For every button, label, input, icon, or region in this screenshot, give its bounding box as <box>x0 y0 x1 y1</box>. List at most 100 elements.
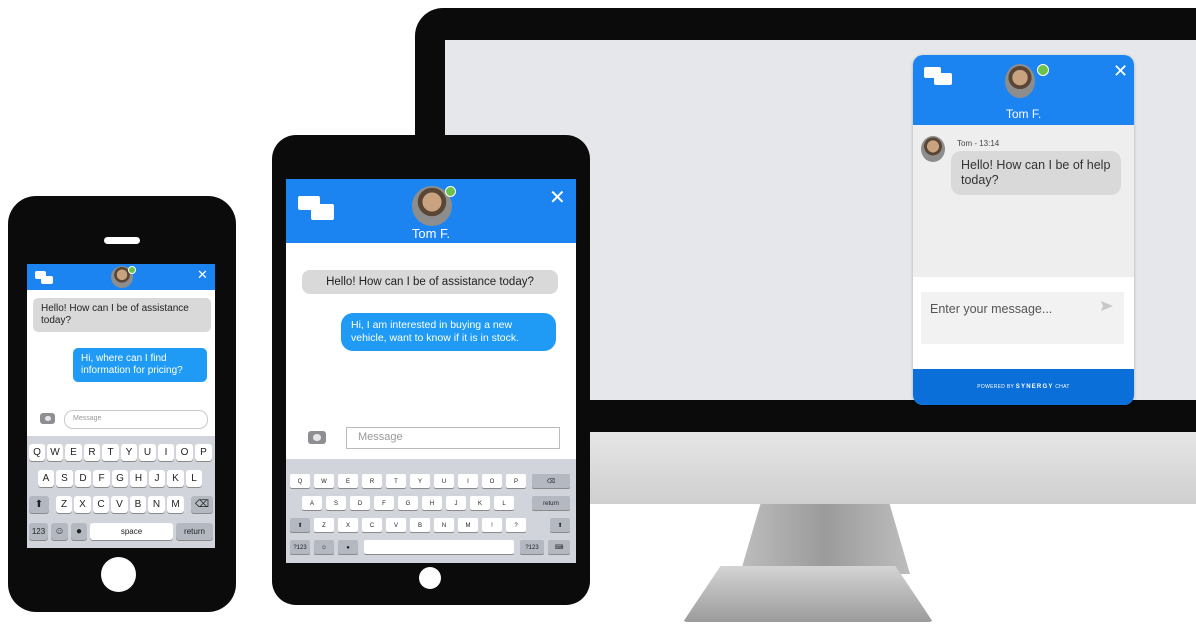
online-status-dot <box>1037 64 1049 76</box>
message-input-placeholder: Enter your message... <box>930 302 1053 316</box>
key-o[interactable]: O <box>482 474 502 488</box>
message-input[interactable] <box>921 292 1124 344</box>
key-d[interactable]: D <box>75 470 91 487</box>
key-a[interactable]: A <box>302 496 322 510</box>
key-u[interactable]: U <box>434 474 454 488</box>
backspace-icon[interactable]: ⌫ <box>191 496 213 513</box>
keyboard-hide-icon[interactable]: ⌨ <box>548 540 570 554</box>
numbers-key[interactable]: ?123 <box>520 540 544 554</box>
key-j[interactable]: J <box>149 470 165 487</box>
key-v[interactable]: V <box>386 518 406 532</box>
key-g[interactable]: G <box>398 496 418 510</box>
key-y[interactable]: Y <box>410 474 430 488</box>
key-r[interactable]: R <box>84 444 100 461</box>
key-question[interactable]: ? <box>506 518 526 532</box>
key-y[interactable]: Y <box>121 444 137 461</box>
key-h[interactable]: H <box>422 496 442 510</box>
key-e[interactable]: E <box>338 474 358 488</box>
chat-bubbles-icon <box>924 67 952 85</box>
close-icon[interactable]: ✕ <box>549 188 566 208</box>
key-w[interactable]: W <box>314 474 334 488</box>
chat-bubbles-icon <box>298 196 334 220</box>
incoming-message: Hello! How can I be of assistance today? <box>33 298 211 332</box>
close-icon[interactable]: ✕ <box>1113 62 1128 80</box>
emoji-icon[interactable]: ☺ <box>51 523 68 540</box>
key-d[interactable]: D <box>350 496 370 510</box>
close-icon[interactable]: ✕ <box>197 268 208 282</box>
key-w[interactable]: W <box>47 444 63 461</box>
key-e[interactable]: E <box>65 444 82 461</box>
agent-name: Tom F. <box>411 226 451 241</box>
key-p[interactable]: P <box>195 444 212 461</box>
key-g[interactable]: G <box>112 470 128 487</box>
key-t[interactable]: T <box>386 474 406 488</box>
key-q[interactable]: Q <box>290 474 310 488</box>
key-r[interactable]: R <box>362 474 382 488</box>
key-k[interactable]: K <box>470 496 490 510</box>
desktop-chat-body <box>913 125 1134 277</box>
tablet-home-button[interactable] <box>419 567 441 589</box>
microphone-icon[interactable]: ● <box>71 523 87 540</box>
phone-speaker <box>104 237 140 244</box>
key-f[interactable]: F <box>93 470 110 487</box>
key-q[interactable]: Q <box>29 444 45 461</box>
phone-home-button[interactable] <box>101 557 136 592</box>
powered-prefix: POWERED BY <box>977 384 1015 390</box>
shift-icon[interactable]: ⬆ <box>29 496 49 513</box>
camera-icon[interactable] <box>40 413 55 424</box>
key-t[interactable]: T <box>102 444 119 461</box>
key-x[interactable]: X <box>74 496 91 513</box>
outgoing-message: Hi, where can I find information for pri… <box>73 348 207 382</box>
online-status-dot <box>128 266 136 274</box>
key-s[interactable]: S <box>326 496 346 510</box>
monitor-stand-neck <box>740 504 910 574</box>
space-key[interactable]: space <box>90 523 173 540</box>
backspace-icon[interactable]: ⌫ <box>532 474 570 488</box>
key-m[interactable]: M <box>458 518 478 532</box>
key-c[interactable]: C <box>93 496 109 513</box>
key-i[interactable]: I <box>158 444 174 461</box>
key-z[interactable]: Z <box>314 518 334 532</box>
numbers-key[interactable]: 123 <box>29 523 48 540</box>
key-o[interactable]: O <box>176 444 193 461</box>
shift-icon[interactable]: ⬆ <box>550 518 570 532</box>
monitor-stand-base <box>683 566 933 622</box>
return-key[interactable]: return <box>176 523 213 540</box>
key-z[interactable]: Z <box>56 496 72 513</box>
key-l[interactable]: L <box>186 470 202 487</box>
key-j[interactable]: J <box>446 496 466 510</box>
key-h[interactable]: H <box>130 470 147 487</box>
key-p[interactable]: P <box>506 474 526 488</box>
space-key[interactable] <box>364 540 514 554</box>
key-u[interactable]: U <box>139 444 156 461</box>
shift-icon[interactable]: ⬆ <box>290 518 310 532</box>
agent-name: Tom F. <box>1005 107 1042 121</box>
key-n[interactable]: N <box>148 496 165 513</box>
microphone-icon[interactable]: ● <box>338 540 358 554</box>
powered-suffix: CHAT <box>1055 384 1070 390</box>
key-k[interactable]: K <box>167 470 184 487</box>
send-icon[interactable] <box>1101 301 1113 311</box>
key-s[interactable]: S <box>56 470 73 487</box>
key-f[interactable]: F <box>374 496 394 510</box>
phone-keyboard: Q W E R T Y U I O P A S D F G H J K L ⬆ … <box>27 436 215 548</box>
key-exclaim[interactable]: ! <box>482 518 502 532</box>
key-a[interactable]: A <box>38 470 54 487</box>
key-c[interactable]: C <box>362 518 382 532</box>
key-m[interactable]: M <box>167 496 184 513</box>
key-b[interactable]: B <box>130 496 146 513</box>
key-i[interactable]: I <box>458 474 478 488</box>
message-input-placeholder: Message <box>73 415 102 422</box>
key-b[interactable]: B <box>410 518 430 532</box>
message-meta: Tom - 13:14 <box>957 139 1000 148</box>
camera-icon[interactable] <box>308 431 326 444</box>
key-l[interactable]: L <box>494 496 514 510</box>
key-x[interactable]: X <box>338 518 358 532</box>
emoji-icon[interactable]: ☺ <box>314 540 334 554</box>
powered-brand: SYNERGY <box>1015 384 1054 390</box>
key-v[interactable]: V <box>111 496 128 513</box>
numbers-key[interactable]: ?123 <box>290 540 310 554</box>
key-n[interactable]: N <box>434 518 454 532</box>
message-input-placeholder: Message <box>358 431 403 443</box>
return-key[interactable]: return <box>532 496 570 510</box>
